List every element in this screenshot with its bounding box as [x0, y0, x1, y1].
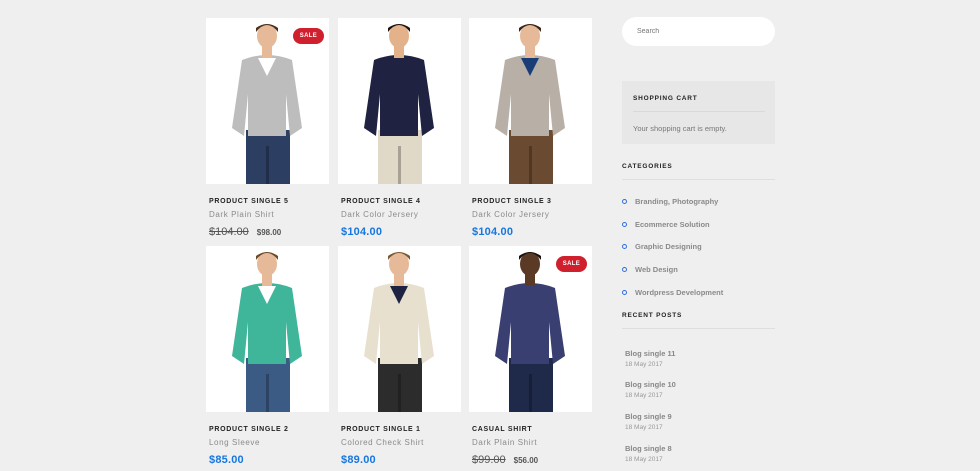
recent-post[interactable]: Blog single 9 18 May 2017 — [625, 412, 672, 431]
post-date: 18 May 2017 — [625, 456, 663, 463]
product-image[interactable] — [469, 18, 592, 184]
product-subtitle: Long Sleeve — [209, 438, 261, 447]
product-card[interactable]: SALE PRODUCT SINGLE 5 Dark Plain Shirt $… — [206, 18, 329, 240]
sale-price: $98.00 — [256, 228, 282, 237]
divider — [633, 111, 765, 112]
product-card[interactable]: PRODUCT SINGLE 3 Dark Color Jersery $104… — [469, 18, 592, 240]
price: $89.00 — [341, 454, 376, 466]
model-illustration — [364, 24, 434, 184]
model-illustration — [232, 252, 302, 412]
product-image[interactable]: SALE — [469, 246, 592, 412]
category-link[interactable]: Wordpress Development — [622, 288, 723, 297]
post-date: 18 May 2017 — [625, 424, 663, 431]
recent-post[interactable]: Blog single 11 18 May 2017 — [625, 349, 675, 368]
product-title[interactable]: PRODUCT SINGLE 3 — [472, 198, 592, 206]
product-title[interactable]: PRODUCT SINGLE 2 — [209, 426, 329, 434]
bullet-icon — [622, 222, 627, 227]
search-input[interactable] — [622, 17, 775, 46]
bullet-icon — [622, 199, 627, 204]
category-link[interactable]: Web Design — [622, 265, 678, 274]
bullet-icon — [622, 290, 627, 295]
sale-badge: SALE — [555, 256, 587, 272]
sale-price: $56.00 — [513, 456, 539, 465]
category-label[interactable]: Web Design — [635, 265, 678, 274]
post-title[interactable]: Blog single 9 — [625, 412, 672, 421]
category-link[interactable]: Branding, Photography — [622, 197, 718, 206]
product-image[interactable] — [338, 246, 461, 412]
post-date: 18 May 2017 — [625, 392, 663, 399]
post-title[interactable]: Blog single 10 — [625, 380, 676, 389]
model-illustration — [495, 24, 565, 184]
product-subtitle: Dark Color Jersery — [472, 210, 550, 219]
product-subtitle: Colored Check Shirt — [341, 438, 424, 447]
product-card[interactable]: SALE CASUAL SHIRT Dark Plain Shirt $99.0… — [469, 246, 592, 468]
old-price: $99.00 — [472, 454, 506, 466]
categories-title: CATEGORIES — [622, 163, 673, 170]
product-title[interactable]: PRODUCT SINGLE 1 — [341, 426, 461, 434]
model-illustration — [364, 252, 434, 412]
product-subtitle: Dark Plain Shirt — [209, 210, 275, 219]
product-image[interactable]: SALE — [206, 18, 329, 184]
bullet-icon — [622, 244, 627, 249]
product-subtitle: Dark Color Jersery — [341, 210, 419, 219]
category-label[interactable]: Graphic Designing — [635, 242, 702, 251]
post-title[interactable]: Blog single 11 — [625, 349, 675, 358]
divider — [622, 179, 775, 180]
product-title[interactable]: PRODUCT SINGLE 4 — [341, 198, 461, 206]
price-row: $89.00 — [341, 454, 461, 468]
product-title[interactable]: CASUAL SHIRT — [472, 426, 592, 434]
old-price: $104.00 — [209, 226, 249, 238]
product-title[interactable]: PRODUCT SINGLE 5 — [209, 198, 329, 206]
category-link[interactable]: Graphic Designing — [622, 242, 702, 251]
recent-post[interactable]: Blog single 10 18 May 2017 — [625, 380, 676, 399]
price-row: $104.00 — [341, 226, 461, 240]
shopping-cart-widget: SHOPPING CART Your shopping cart is empt… — [622, 81, 775, 144]
cart-title: SHOPPING CART — [633, 95, 698, 102]
price-row: $104.00 — [472, 226, 592, 240]
price: $104.00 — [341, 226, 383, 238]
divider — [622, 328, 775, 329]
recent-posts-title: RECENT POSTS — [622, 312, 683, 319]
product-image[interactable] — [338, 18, 461, 184]
category-label[interactable]: Branding, Photography — [635, 197, 718, 206]
sale-badge: SALE — [292, 28, 324, 44]
category-label[interactable]: Wordpress Development — [635, 288, 723, 297]
price-row: $85.00 — [209, 454, 329, 468]
product-image[interactable] — [206, 246, 329, 412]
product-card[interactable]: PRODUCT SINGLE 1 Colored Check Shirt $89… — [338, 246, 461, 468]
product-subtitle: Dark Plain Shirt — [472, 438, 538, 447]
post-title[interactable]: Blog single 8 — [625, 444, 672, 453]
product-card[interactable]: PRODUCT SINGLE 4 Dark Color Jersery $104… — [338, 18, 461, 240]
post-date: 18 May 2017 — [625, 361, 663, 368]
category-link[interactable]: Ecommerce Solution — [622, 220, 710, 229]
price: $85.00 — [209, 454, 244, 466]
cart-empty-text: Your shopping cart is empty. — [633, 124, 727, 133]
recent-post[interactable]: Blog single 8 18 May 2017 — [625, 444, 672, 463]
product-card[interactable]: PRODUCT SINGLE 2 Long Sleeve $85.00 — [206, 246, 329, 468]
price-row: $99.00 $56.00 — [472, 454, 592, 468]
category-label[interactable]: Ecommerce Solution — [635, 220, 710, 229]
price: $104.00 — [472, 226, 514, 238]
bullet-icon — [622, 267, 627, 272]
price-row: $104.00 $98.00 — [209, 226, 329, 240]
